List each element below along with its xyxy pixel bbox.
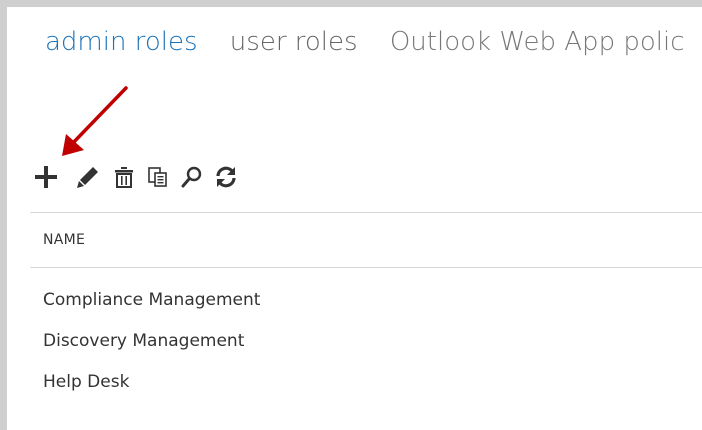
list-item[interactable]: Help Desk [43,370,260,411]
tab-admin-roles[interactable]: admin roles [45,22,198,62]
list-item[interactable]: Compliance Management [43,288,260,329]
search-button[interactable] [176,160,208,194]
list-item[interactable]: Discovery Management [43,329,260,370]
delete-button[interactable] [108,160,140,194]
tab-user-roles[interactable]: user roles [230,22,358,62]
search-icon [181,166,202,188]
refresh-button[interactable] [210,160,242,194]
role-tabs: admin roles user roles Outlook Web App p… [45,22,702,62]
roles-list: Compliance Management Discovery Manageme… [43,288,260,411]
copy-button[interactable] [142,160,174,194]
edit-button[interactable] [72,160,104,194]
delete-icon [115,167,133,188]
header-divider [30,267,702,268]
add-icon [35,166,57,188]
tab-outlook-web-app-policies[interactable]: Outlook Web App polic [390,22,685,62]
refresh-icon [216,166,236,188]
edit-icon [77,167,98,188]
column-header-name[interactable]: NAME [43,232,85,248]
add-button[interactable] [30,160,62,194]
copy-icon [148,167,167,187]
toolbar-divider [30,212,702,213]
